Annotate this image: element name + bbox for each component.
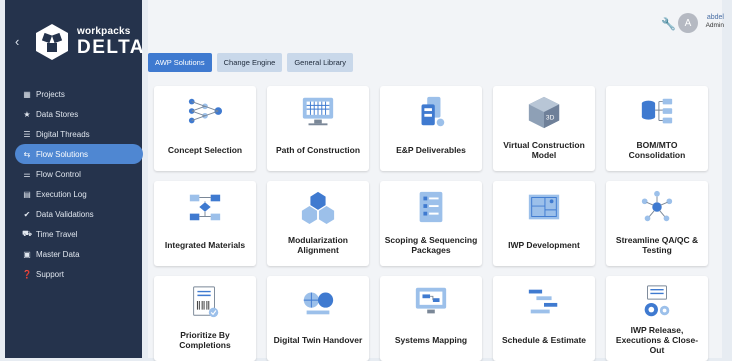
sidebar-item-flow-solutions[interactable]: ⇆ Flow Solutions [15, 144, 143, 164]
sidebar-item-data-validations[interactable]: ✔ Data Validations [15, 204, 143, 224]
sliders-icon: ⚌ [23, 169, 31, 179]
user-menu[interactable]: 🔧 A abdel Admin [624, 12, 724, 36]
brand-line1: workpacks [77, 26, 131, 37]
sidebar-item-label: Time Travel [36, 229, 78, 239]
brand: ‹ workpacks DELTA [15, 22, 144, 62]
svg-text:3D: 3D [546, 115, 555, 122]
solution-card[interactable]: Scoping & Sequencing Packages [380, 181, 482, 266]
card-label: Concept Selection [167, 145, 243, 155]
solution-grid: Concept Selection Path of Construction E&P… [154, 86, 708, 361]
solution-card[interactable]: Path of Construction [267, 86, 369, 171]
solution-card[interactable]: Streamline QA/QC & Testing [606, 181, 708, 266]
barcode-doc-icon [193, 286, 219, 318]
gantt-icon [528, 289, 558, 314]
user-info[interactable]: abdel Admin [706, 14, 724, 30]
card-label: Integrated Materials [164, 240, 246, 250]
sidebar-item-digital-threads[interactable]: ☰ Digital Threads [15, 124, 143, 144]
sidebar-item-label: Projects [36, 89, 65, 99]
card-label: IWP Release, Executions & Close-Out [615, 325, 699, 355]
database-flow-icon [641, 98, 673, 124]
gears-icon [644, 285, 670, 317]
logo-icon [36, 24, 68, 60]
card-label: Prioritize By Completions [179, 330, 231, 350]
sidebar-item-label: Execution Log [36, 189, 87, 199]
sidebar-item-projects[interactable]: ▦ Projects [15, 84, 143, 104]
sidebar-nav: ▦ Projects ★ Data Stores ☰ Digital Threads ⇆ Fl… [15, 84, 143, 284]
solution-card[interactable]: Concept Selection [154, 86, 256, 171]
tablet-stack-icon [421, 96, 445, 127]
card-label: Virtual Construction Model [503, 140, 585, 160]
sidebar-item-label: Flow Control [36, 169, 81, 179]
solution-card[interactable]: IWP Development [493, 181, 595, 266]
sidebar-item-label: Data Validations [36, 209, 94, 219]
flowchart-icon [189, 194, 221, 221]
sidebar-item-master-data[interactable]: ▣ Master Data [15, 244, 143, 264]
sidebar-item-execution-log[interactable]: ▤ Execution Log [15, 184, 143, 204]
cube-3d-icon: 3D [528, 96, 560, 129]
sidebar-item-support[interactable]: ❓ Support [15, 264, 143, 284]
brand-line2: DELTA [77, 37, 146, 58]
list-icon: ☰ [23, 129, 31, 139]
solution-card[interactable]: Modularization Alignment [267, 181, 369, 266]
card-label: Scoping & Sequencing Packages [384, 235, 478, 255]
solution-card[interactable]: Integrated Materials [154, 181, 256, 266]
grid-icon: ▦ [23, 89, 31, 99]
cubes-icon [301, 191, 335, 225]
sidebar-item-label: Master Data [36, 249, 80, 259]
solution-card[interactable]: Systems Mapping [380, 276, 482, 361]
card-label: Streamline QA/QC & Testing [615, 235, 699, 255]
user-role: Admin [705, 22, 724, 29]
flow-icon: ⇆ [23, 149, 31, 159]
card-label: Schedule & Estimate [501, 335, 587, 345]
sidebar-item-time-travel[interactable]: ⛟ Time Travel [15, 224, 143, 244]
solution-card[interactable]: 3D Virtual Construction Model [493, 86, 595, 171]
solution-tabs: AWP Solutions Change Engine General Librar… [148, 53, 354, 72]
log-icon: ▤ [23, 189, 31, 199]
card-label: Modularization Alignment [288, 235, 348, 255]
solution-card[interactable]: BOM/MTO Consolidation [606, 86, 708, 171]
sidebar-item-flow-control[interactable]: ⚌ Flow Control [15, 164, 143, 184]
avatar[interactable]: A [678, 13, 698, 33]
sidebar-item-label: Digital Threads [36, 129, 90, 139]
solution-card[interactable]: E&P Deliverables [380, 86, 482, 171]
blueprint-icon [528, 194, 560, 220]
page-edge [722, 0, 732, 358]
tab-awp-solutions[interactable]: AWP Solutions [148, 53, 212, 72]
sidebar-item-label: Data Stores [36, 109, 79, 119]
solution-card[interactable]: Prioritize By Completions [154, 276, 256, 361]
car-icon: ⛟ [21, 229, 33, 238]
monitor-map-icon [415, 287, 447, 314]
monitor-grid-icon [302, 97, 334, 126]
wrench-icon[interactable]: 🔧 [661, 17, 676, 31]
sidebar-item-data-stores[interactable]: ★ Data Stores [15, 104, 143, 124]
card-label: Digital Twin Handover [273, 335, 363, 345]
sidebar-item-label: Flow Solutions [36, 149, 89, 159]
database-icon: ▣ [23, 249, 31, 259]
card-label: Path of Construction [275, 145, 361, 155]
tab-general-library[interactable]: General Library [287, 53, 354, 72]
card-label: IWP Development [508, 240, 580, 250]
network-icon [188, 98, 223, 124]
card-label: E&P Deliverables [396, 145, 466, 155]
solution-card[interactable]: Schedule & Estimate [493, 276, 595, 361]
sidebar-item-label: Support [36, 269, 65, 279]
collapse-icon[interactable]: ‹ [15, 34, 19, 49]
tab-change-engine[interactable]: Change Engine [216, 53, 283, 72]
sidebar: ‹ workpacks DELTA ▦ Projects ★ Data Stores ☰… [5, 0, 144, 358]
hub-icon [641, 190, 673, 222]
card-label: Systems Mapping [394, 335, 468, 345]
star-icon: ★ [23, 109, 31, 119]
card-label: BOM/MTO Consolidation [628, 140, 686, 160]
solution-card[interactable]: IWP Release, Executions & Close-Out [606, 276, 708, 361]
check-icon: ✔ [23, 209, 31, 219]
help-icon: ❓ [22, 269, 32, 279]
checklist-icon [419, 191, 443, 223]
user-name: abdel [706, 14, 724, 21]
globe-twin-icon [303, 292, 334, 315]
solution-card[interactable]: Digital Twin Handover [267, 276, 369, 361]
